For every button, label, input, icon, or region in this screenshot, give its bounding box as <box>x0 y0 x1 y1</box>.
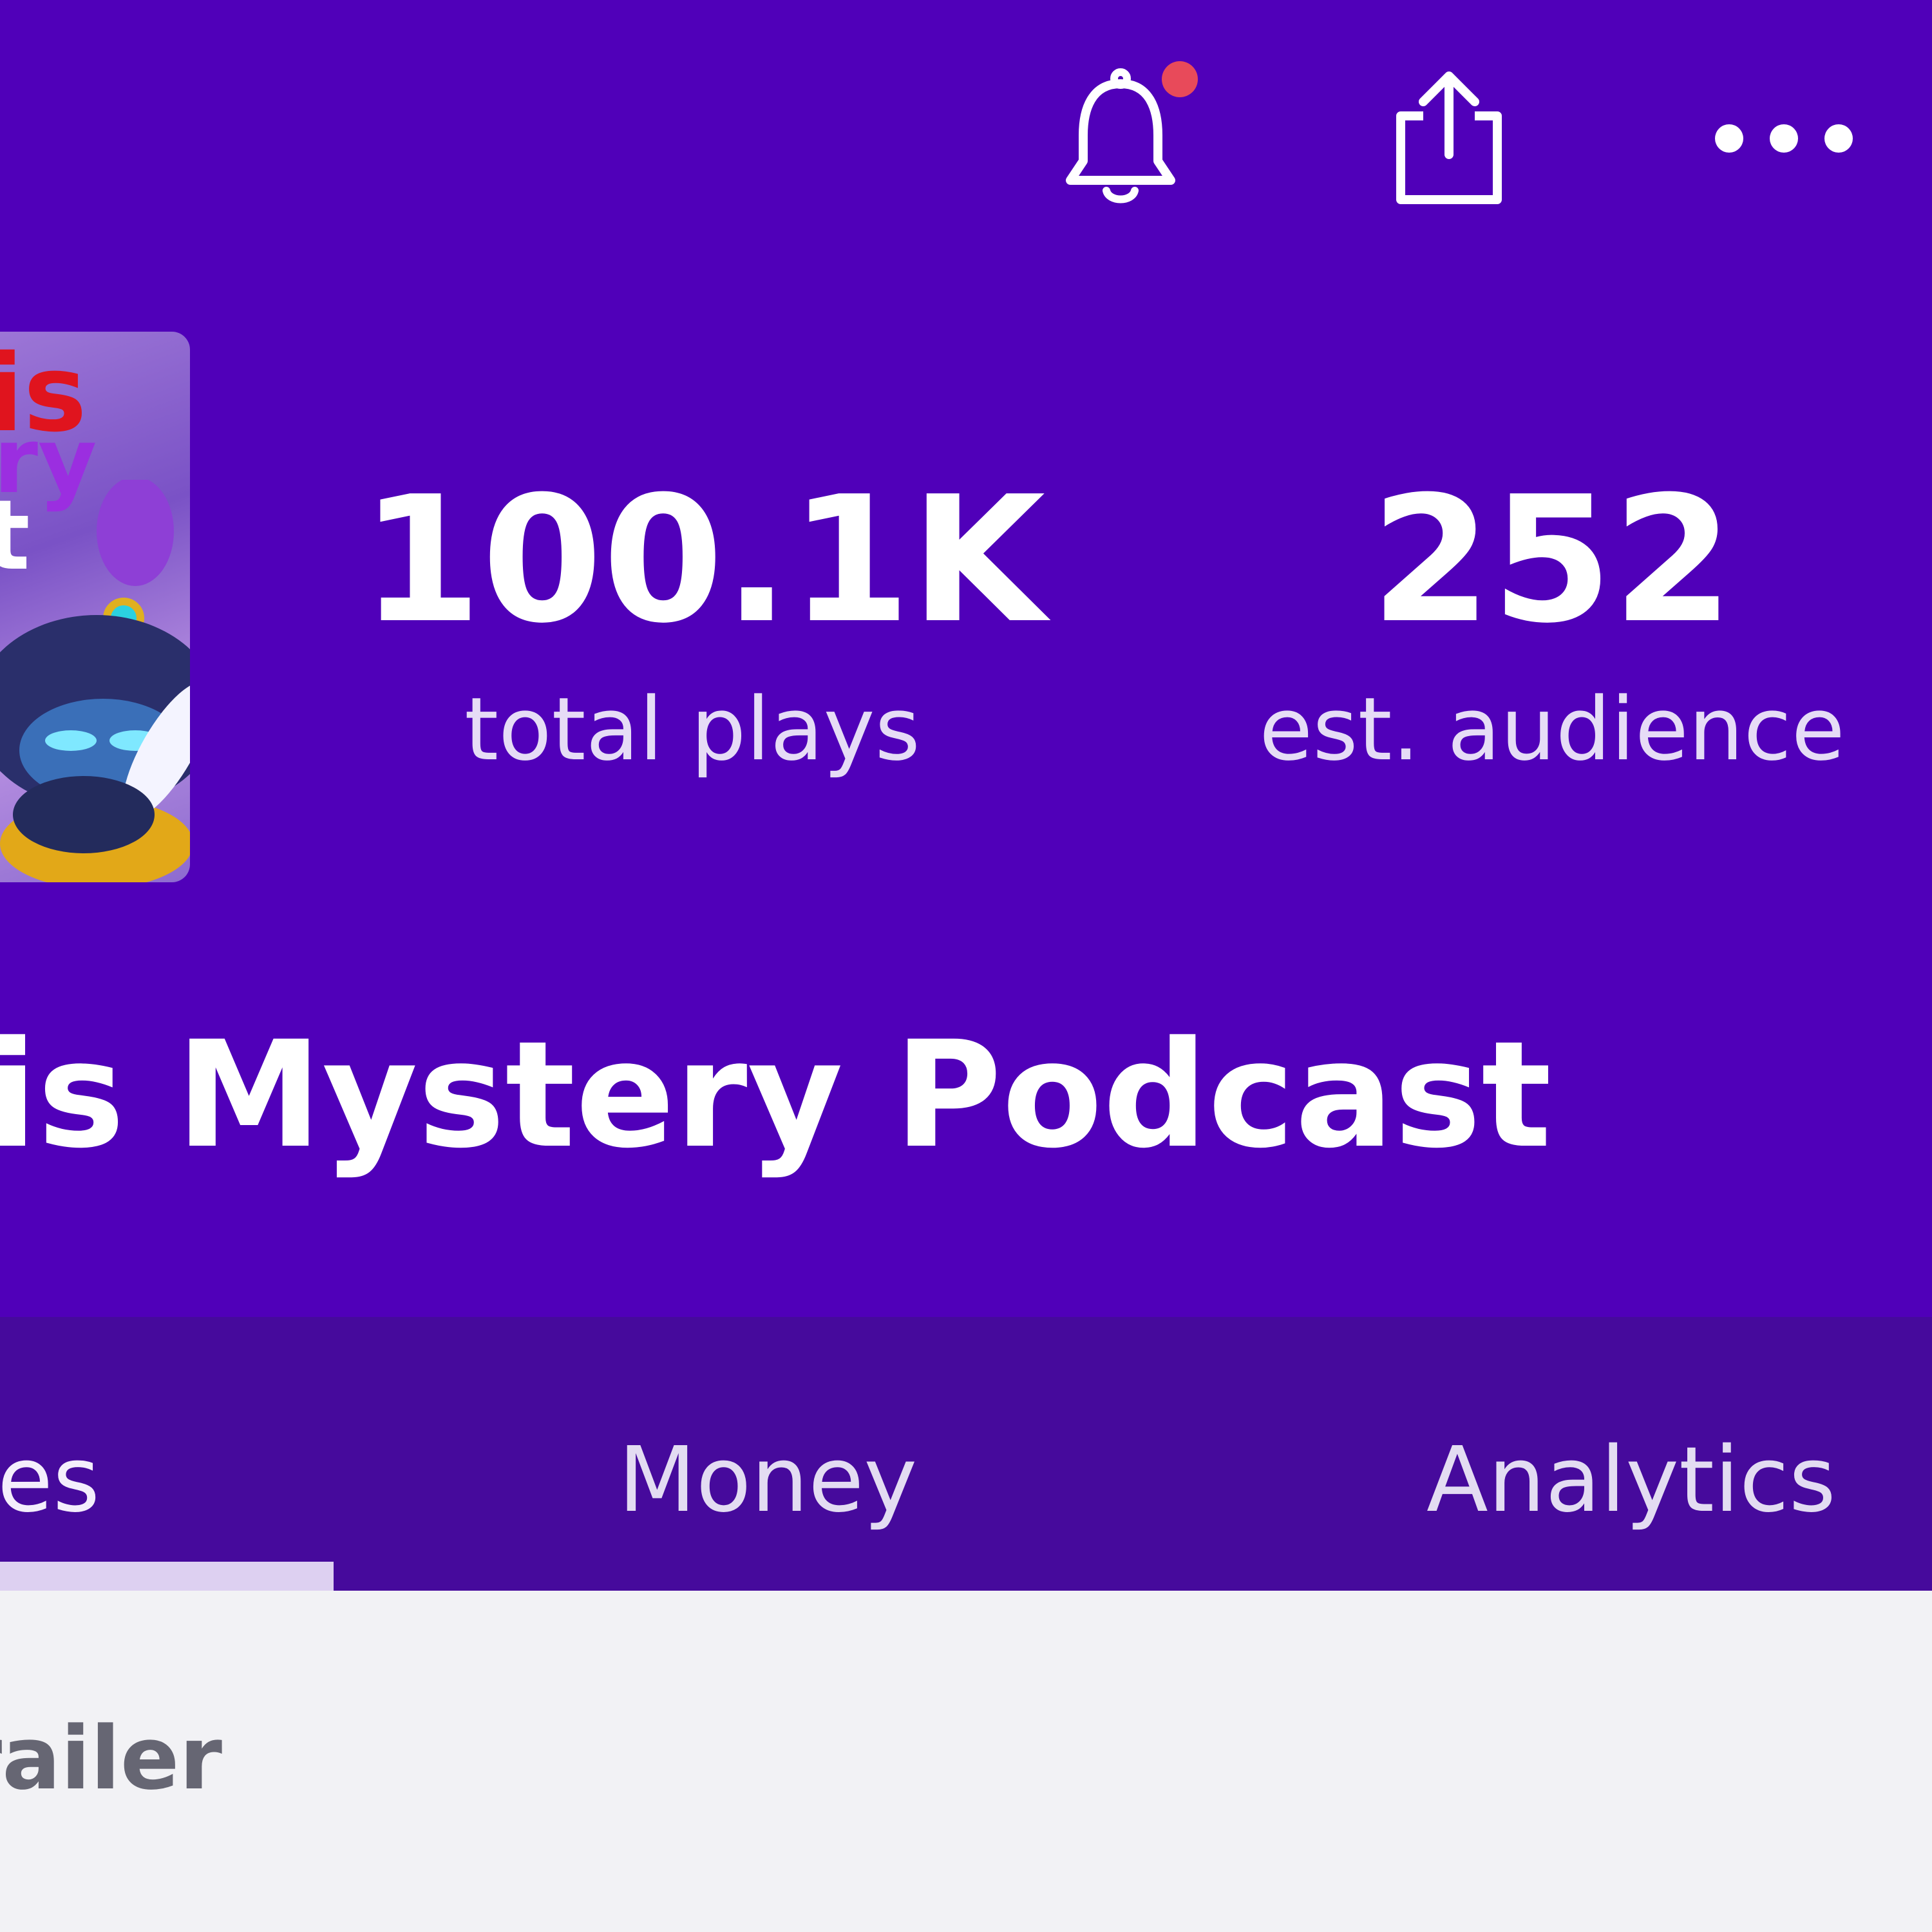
tab-money[interactable]: Money <box>618 1426 917 1535</box>
notification-dot <box>1162 61 1198 97</box>
share-icon[interactable] <box>1385 64 1513 213</box>
tab-bar: es Money Analytics <box>0 1317 1932 1591</box>
total-plays-label: total plays <box>464 679 920 780</box>
cover-character-illustration <box>0 480 190 882</box>
podcast-title: is Mystery Podcast <box>0 1009 1552 1180</box>
tab-episodes[interactable]: es <box>0 1426 100 1535</box>
podcast-dashboard-screen: is ry t 100.1K total plays 252 est. audi… <box>0 0 1932 1932</box>
active-tab-indicator <box>0 1562 334 1591</box>
total-plays-value: 100.1K <box>361 459 1046 661</box>
podcast-header: is ry t 100.1K total plays 252 est. audi… <box>0 0 1932 1317</box>
more-horizontal-icon[interactable] <box>1713 116 1855 161</box>
tab-analytics[interactable]: Analytics <box>1426 1426 1836 1535</box>
audience-value: 252 <box>1370 459 1734 661</box>
podcast-cover-art[interactable]: is ry t <box>0 332 190 882</box>
trailer-item-label[interactable]: railer <box>0 1707 222 1811</box>
audience-label: est. audience <box>1259 679 1845 780</box>
